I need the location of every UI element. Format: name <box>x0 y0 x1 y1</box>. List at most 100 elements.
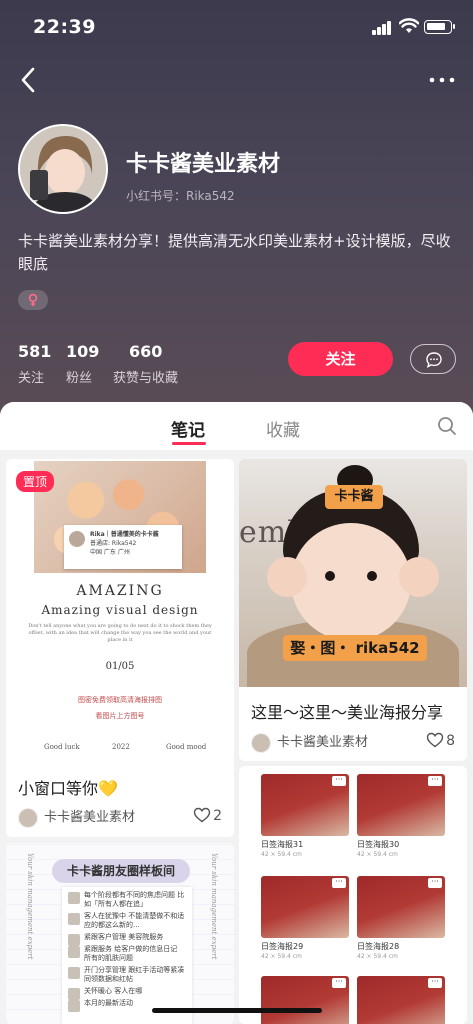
poster-title: 日签海报29 <box>261 942 304 951</box>
cover-post-line: 客人在犹豫中 不能清楚做不和适应的都这么新的... <box>68 912 186 930</box>
cover-post-line: 关怀暖心 客人在哪 <box>68 987 186 1000</box>
author-name: 卡卡酱美业素材 <box>277 735 369 750</box>
poster-thumbnail: ··· <box>357 976 445 1024</box>
more-icon: ··· <box>332 878 346 888</box>
cover-small-text: Don't tell anyone what you are going to … <box>28 623 212 643</box>
status-bar: 22:39 <box>0 14 473 44</box>
poster-image: ··· <box>261 774 349 836</box>
cover-red-line-2: 看图片上方图号 <box>95 712 145 720</box>
note-author[interactable]: 卡卡酱美业素材 <box>18 806 135 828</box>
message-button[interactable] <box>410 344 456 374</box>
poster-size: 42 × 59.4 cm <box>357 953 398 960</box>
cover-banner: 卡卡酱朋友圈样板间 <box>52 859 190 883</box>
snippet-location: 中国 广东 广州 <box>90 549 130 556</box>
poster-size: 42 × 59.4 cm <box>261 851 302 858</box>
poster-image: ··· <box>357 876 445 938</box>
cover-footer-mid: 2022 <box>112 743 130 751</box>
kid-eye <box>367 571 377 581</box>
like-button[interactable]: 2 <box>193 807 222 824</box>
poster-image: ··· <box>357 976 445 1024</box>
profile-bio: 卡卡酱美业素材分享！提供高清无水印美业素材+设计模版，尽收眼底 <box>18 232 451 273</box>
cover-tag-bottom: 娶・图・ rika542 <box>283 635 427 661</box>
poster-thumbnail: ··· 日签海报31 42 × 59.4 cm <box>261 774 349 858</box>
note-cover-image: Your skin management expert Your skin ma… <box>6 843 234 1024</box>
note-title: 小窗口等你💛 <box>18 779 118 798</box>
snippet-name: Rika｜普通懂美的卡卡酱 <box>90 531 159 538</box>
avatar[interactable] <box>18 124 108 214</box>
poster-thumbnail: ··· 日签海报28 42 × 59.4 cm <box>357 876 445 960</box>
cover-post-line: 紧跟服务 给客户做的信息日记 所有的肌肤问题 <box>68 945 186 963</box>
note-card[interactable]: Your skin management expert Your skin ma… <box>6 843 234 1024</box>
profile-name: 卡卡酱美业素材 <box>126 152 281 177</box>
more-icon: ··· <box>332 776 346 786</box>
ellipsis-icon <box>429 77 455 83</box>
tab-collections[interactable]: 收藏 <box>266 416 300 441</box>
cover-red-line-1: 图密免费领取高清海报排图 <box>78 696 162 704</box>
poster-size: 42 × 59.4 cm <box>357 851 398 858</box>
cover-post-line: 本月的最新活动 <box>68 999 186 1012</box>
cover-footer-left: Good luck <box>44 743 80 751</box>
kid-hand <box>267 557 307 597</box>
search-button[interactable] <box>437 416 457 440</box>
profile-red-id: 小红书号：Rika542 <box>126 189 235 203</box>
signal-icon <box>372 21 392 35</box>
heart-icon <box>426 732 444 748</box>
kid-face <box>291 523 411 641</box>
home-indicator[interactable] <box>152 1008 322 1013</box>
cover-heading: AMAZING <box>76 583 164 599</box>
note-card[interactable]: ··· 日签海报31 42 × 59.4 cm ··· 日签海报30 42 × … <box>239 766 467 1024</box>
battery-icon <box>424 20 455 34</box>
stat-value: 581 <box>18 342 52 361</box>
stat-value: 660 <box>129 342 163 361</box>
back-button[interactable] <box>16 66 40 94</box>
wifi-icon <box>398 18 420 38</box>
cover-post-line: 每个阶段都有不同的焦虑问题 比如「所有人都在追」 <box>68 891 186 909</box>
more-icon: ··· <box>428 878 442 888</box>
poster-title: 日签海报31 <box>261 840 304 849</box>
tab-notes[interactable]: 笔记 <box>171 416 205 441</box>
like-count: 2 <box>213 808 222 824</box>
stat-value: 109 <box>66 342 100 361</box>
kid-hand <box>399 557 439 597</box>
more-icon: ··· <box>428 776 442 786</box>
profile-snippet: Rika｜普通懂美的卡卡酱 普通店: Rika542 中国 广东 广州 <box>64 525 182 569</box>
cover-post-line: 开门分享管理 跟红手活动等紧凑 同领数据和红帖 <box>68 966 186 984</box>
cover-post-list: 每个阶段都有不同的焦虑问题 比如「所有人都在追」 客人在犹豫中 不能清楚做不和适… <box>62 887 192 1024</box>
status-time: 22:39 <box>33 16 96 38</box>
poster-size: 42 × 59.4 cm <box>261 953 302 960</box>
author-avatar <box>251 732 271 753</box>
more-options-button[interactable] <box>426 70 458 90</box>
cover-post-line: 紧跟客户管理 美容院服务 <box>68 933 186 946</box>
note-author[interactable]: 卡卡酱美业素材 <box>251 731 368 753</box>
stat-likes-collections[interactable]: 660 获赞与收藏 <box>113 342 178 386</box>
search-icon <box>438 417 456 435</box>
note-card[interactable]: embe 卡卡酱 娶・图・ rika542 这里～这里～美业海报分享 卡卡酱美业… <box>239 459 467 761</box>
cover-side-script: Your skin management expert <box>26 853 34 960</box>
poster-image: ··· <box>261 876 349 938</box>
gender-badge <box>18 290 48 310</box>
poster-thumbnail: ··· 日签海报29 42 × 59.4 cm <box>261 876 349 960</box>
heart-icon <box>193 807 211 823</box>
note-cover-image: 置顶 Rika｜普通懂美的卡卡酱 普通店: Rika542 中国 广东 广州 A… <box>6 459 234 759</box>
stat-following[interactable]: 581 关注 <box>18 342 51 386</box>
avatar-photo <box>20 126 106 212</box>
poster-title: 日签海报30 <box>357 840 400 849</box>
poster-thumbnail: ··· <box>261 976 349 1024</box>
note-cover-image: embe 卡卡酱 娶・图・ rika542 <box>239 459 467 687</box>
poster-image: ··· <box>357 774 445 836</box>
follow-button[interactable]: 关注 <box>288 342 393 376</box>
female-icon <box>28 293 38 306</box>
like-button[interactable]: 8 <box>426 732 455 749</box>
stat-followers[interactable]: 109 粉丝 <box>66 342 99 386</box>
stat-label: 获赞与收藏 <box>113 371 179 386</box>
kid-eye <box>325 571 335 581</box>
cover-subheading: Amazing visual design <box>41 603 199 617</box>
stat-label: 粉丝 <box>66 371 93 386</box>
more-icon: ··· <box>428 978 442 988</box>
like-count: 8 <box>446 733 455 749</box>
author-name: 卡卡酱美业素材 <box>44 810 136 825</box>
note-card-pinned[interactable]: 置顶 Rika｜普通懂美的卡卡酱 普通店: Rika542 中国 广东 广州 A… <box>6 459 234 837</box>
poster-thumbnail: ··· 日签海报30 42 × 59.4 cm <box>357 774 445 858</box>
cover-page-number: 01/05 <box>105 661 135 672</box>
cover-side-script: Your skin management expert <box>210 853 218 960</box>
